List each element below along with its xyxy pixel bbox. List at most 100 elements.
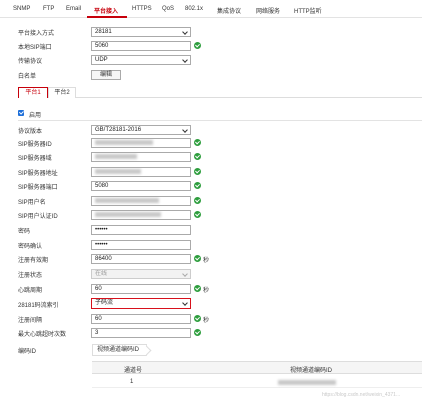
max-heartbeat-timeout-label: 最大心跳超时次数: [18, 332, 67, 338]
sip-server-address-input[interactable]: [91, 167, 191, 177]
transport-label: 传输协议: [18, 59, 43, 65]
valid-check-icon: [194, 329, 201, 336]
platform-mode-row: 平台接入方式 28181: [0, 27, 422, 38]
local-sip-port-row: 本地SIP端口 5060: [0, 41, 422, 52]
password-confirm-row: 密码确认 ••••••: [0, 240, 422, 251]
valid-check-icon: [194, 168, 201, 175]
local-sip-port-input[interactable]: 5060: [91, 41, 191, 51]
heartbeat-row: 心跳周期 60 秒: [0, 284, 422, 295]
valid-check-icon: [194, 255, 201, 262]
tab-qos[interactable]: QoS: [162, 6, 174, 12]
transport-row: 传输协议 UDP: [0, 55, 422, 66]
password-label: 密码: [18, 229, 31, 235]
redacted-value: [95, 139, 153, 145]
sip-server-domain-row: SIP服务器域: [0, 152, 422, 163]
reg-interval-label: 注册间隔: [18, 318, 43, 324]
enable-label: 启用: [29, 113, 42, 119]
tab-snmp[interactable]: SNMP: [13, 6, 30, 12]
password-confirm-input[interactable]: ••••••: [91, 240, 191, 250]
tab-ftp[interactable]: FTP: [43, 6, 54, 12]
tab-platform-1[interactable]: 平台1: [18, 87, 48, 98]
reg-validity-row: 注册有效期 86400 秒: [0, 254, 422, 265]
redacted-value: [95, 197, 159, 203]
whitelist-label: 白名单: [18, 74, 37, 80]
protocol-version-select[interactable]: GB/T28181-2016: [91, 125, 191, 135]
stream-index-label: 28181码流索引: [18, 303, 59, 309]
encode-id-label: 编码ID: [18, 349, 37, 355]
reg-validity-label: 注册有效期: [18, 258, 49, 264]
max-heartbeat-timeout-row: 最大心跳超时次数 3: [0, 328, 422, 339]
valid-check-icon: [194, 315, 201, 322]
valid-check-icon: [194, 285, 201, 292]
stream-index-select[interactable]: 子码流: [91, 298, 191, 309]
valid-check-icon: [194, 153, 201, 160]
heartbeat-label: 心跳周期: [18, 288, 43, 294]
transport-select[interactable]: UDP: [91, 55, 191, 65]
tab-8021x[interactable]: 802.1x: [185, 6, 203, 12]
tab-network-service[interactable]: 网络服务: [256, 6, 280, 15]
protocol-version-label: 协议版本: [18, 129, 43, 135]
encode-id-cell[interactable]: [278, 380, 336, 386]
password-confirm-label: 密码确认: [18, 244, 43, 250]
local-sip-port-label: 本地SIP端口: [18, 45, 52, 51]
redacted-value: [95, 168, 141, 174]
valid-check-icon: [194, 211, 201, 218]
reg-validity-input[interactable]: 86400: [91, 254, 191, 264]
platform-tab-bar: 平台1 平台2: [18, 87, 422, 98]
reg-status-label: 注册状态: [18, 273, 43, 279]
sip-server-port-input[interactable]: 5080: [91, 181, 191, 191]
redacted-value: [278, 380, 336, 385]
tab-integration-protocol[interactable]: 集成协议: [217, 6, 241, 15]
reg-status-row: 注册状态 在线: [0, 269, 422, 280]
reg-interval-input[interactable]: 60: [91, 314, 191, 324]
sip-server-id-input[interactable]: [91, 138, 191, 148]
redacted-value: [95, 153, 137, 159]
max-heartbeat-timeout-input[interactable]: 3: [91, 328, 191, 338]
whitelist-edit-button[interactable]: 编辑: [91, 70, 121, 80]
protocol-tab-bar: SNMP FTP Email 平台接入 HTTPS QoS 802.1x 集成协…: [0, 0, 422, 18]
tab-video-channel-encode-id[interactable]: 视频通道编码ID: [92, 344, 147, 356]
encode-id-row: 编码ID: [0, 345, 422, 356]
valid-check-icon: [194, 182, 201, 189]
platform-mode-label: 平台接入方式: [18, 31, 55, 37]
channel-cell: 1: [130, 379, 134, 385]
heartbeat-input[interactable]: 60: [91, 284, 191, 294]
valid-check-icon: [194, 197, 201, 204]
sip-server-domain-input[interactable]: [91, 152, 191, 162]
platform-mode-select[interactable]: 28181: [91, 27, 191, 37]
sip-username-row: SIP用户名: [0, 196, 422, 207]
reg-interval-row: 注册间隔 60 秒: [0, 314, 422, 325]
enable-row: 启用: [0, 109, 422, 120]
sip-username-input[interactable]: [91, 196, 191, 206]
sip-server-port-row: SIP服务器端口 5080: [0, 181, 422, 192]
sip-auth-id-input[interactable]: [91, 210, 191, 220]
enable-checkbox[interactable]: [18, 110, 24, 116]
divider: [18, 120, 422, 121]
whitelist-row: 白名单 编辑: [0, 70, 422, 81]
watermark: https://blog.csdn.net/weixin_4371...: [322, 392, 401, 398]
tab-email[interactable]: Email: [66, 6, 81, 12]
sip-server-address-label: SIP服务器地址: [18, 171, 58, 177]
sip-server-domain-label: SIP服务器域: [18, 156, 52, 162]
sip-username-label: SIP用户名: [18, 200, 46, 206]
table-row[interactable]: 1: [92, 375, 422, 388]
password-row: 密码 ••••••: [0, 225, 422, 236]
sip-server-id-label: SIP服务器ID: [18, 142, 52, 148]
sip-server-port-label: SIP服务器端口: [18, 185, 58, 191]
sip-auth-id-row: SIP用户认证ID: [0, 210, 422, 221]
seconds-unit: 秒: [203, 258, 210, 264]
tab-http-listen[interactable]: HTTP监听: [294, 6, 322, 15]
redacted-value: [95, 211, 161, 217]
seconds-unit: 秒: [203, 288, 210, 294]
stream-index-row: 28181码流索引 子码流: [0, 298, 422, 310]
password-input[interactable]: ••••••: [91, 225, 191, 235]
tab-platform-access[interactable]: 平台接入: [94, 6, 118, 15]
reg-status-select: 在线: [91, 269, 191, 279]
column-header-channel: 通道号: [124, 368, 143, 374]
sip-server-address-row: SIP服务器地址: [0, 167, 422, 178]
active-tab-indicator: [87, 16, 127, 18]
column-header-encode-id: 视频通道编码ID: [290, 368, 333, 374]
tab-platform-2[interactable]: 平台2: [48, 87, 76, 98]
table-header: 通道号 视频通道编码ID: [92, 361, 422, 374]
tab-https[interactable]: HTTPS: [132, 6, 152, 12]
